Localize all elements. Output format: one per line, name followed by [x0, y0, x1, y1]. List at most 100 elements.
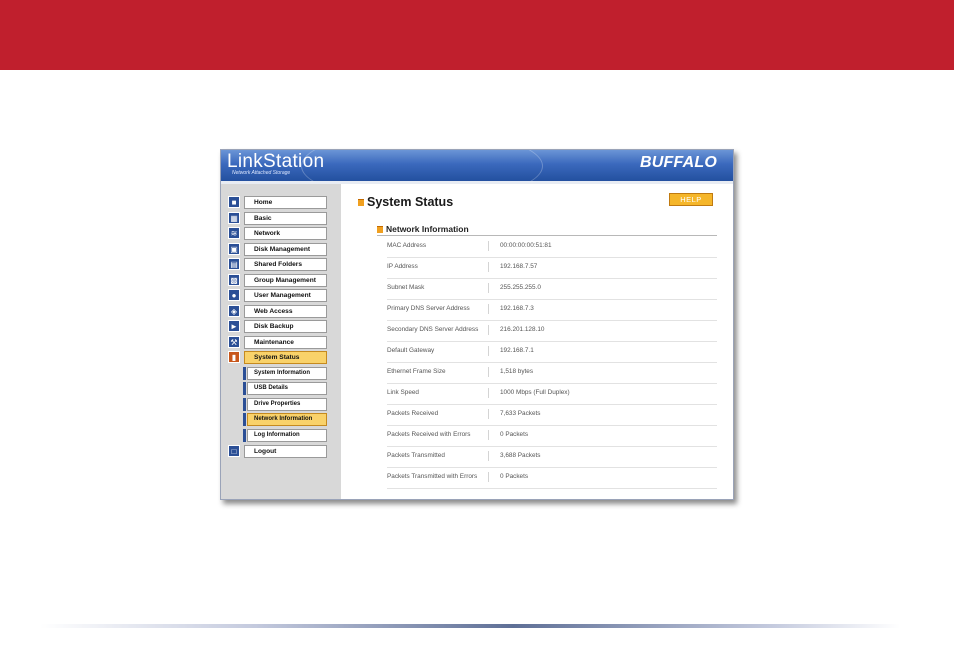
info-row: Packets Transmitted with Errors 0 Packet… — [387, 467, 717, 489]
info-value: 1000 Mbps (Full Duplex) — [500, 389, 570, 396]
info-label: Link Speed — [387, 389, 419, 396]
info-label: Packets Received — [387, 410, 439, 417]
info-row: Ethernet Frame Size 1,518 bytes — [387, 362, 717, 384]
info-value: 1,518 bytes — [500, 368, 534, 375]
subnav-item-label: Network Information — [247, 413, 327, 426]
sidebar-item-disk-backup[interactable]: ► Disk Backup — [228, 320, 327, 333]
info-row: Link Speed 1000 Mbps (Full Duplex) — [387, 383, 717, 405]
info-label: Default Gateway — [387, 347, 435, 354]
status-icon: ▮ — [228, 351, 240, 363]
column-divider — [488, 472, 489, 482]
sidebar-item-label: Shared Folders — [244, 258, 327, 271]
column-divider — [488, 430, 489, 440]
info-row: Packets Transmitted 3,688 Packets — [387, 446, 717, 468]
sidebar-item-label: Disk Management — [244, 242, 327, 256]
disk-icon: ▣ — [228, 242, 240, 255]
info-label: Secondary DNS Server Address — [387, 326, 479, 333]
info-row: Subnet Mask 255.255.255.0 — [387, 278, 717, 300]
info-value: 3,688 Packets — [500, 452, 541, 459]
logo-subtitle: Network Attached Storage — [232, 170, 291, 176]
web-icon: ◈ — [228, 304, 240, 317]
info-value: 7,633 Packets — [500, 410, 541, 417]
info-row: Secondary DNS Server Address 216.201.128… — [387, 320, 717, 342]
info-label: Subnet Mask — [387, 284, 425, 291]
app-header: LinkStation Network Attached Storage BUF… — [221, 150, 733, 202]
sidebar-item-label: User Management — [244, 289, 327, 302]
column-divider — [488, 262, 489, 272]
sidebar-item-maintenance[interactable]: ⚒ Maintenance — [228, 335, 327, 349]
subnav-item-system-information[interactable]: System Information — [243, 366, 327, 380]
info-value: 0 Packets — [500, 431, 529, 438]
sidebar-item-system-status[interactable]: ▮ System Status — [228, 351, 327, 364]
info-row: Primary DNS Server Address 192.168.7.3 — [387, 299, 717, 321]
home-icon: ■ — [228, 196, 240, 208]
info-value: 192.168.7.3 — [500, 305, 534, 312]
main-content: System Status HELP Network Information M… — [341, 184, 733, 499]
sidebar-item-user-management[interactable]: ● User Management — [228, 289, 327, 302]
sidebar-item-label: Home — [244, 196, 327, 209]
info-label: Ethernet Frame Size — [387, 368, 446, 375]
basic-settings-icon: ▦ — [228, 211, 240, 224]
subnav-item-label: USB Details — [247, 382, 327, 395]
sidebar-item-label: Network — [244, 227, 327, 240]
info-row: Packets Received with Errors 0 Packets — [387, 425, 717, 447]
column-divider — [488, 346, 489, 356]
sidebar-item-label: Group Management — [244, 273, 327, 287]
sidebar-item-shared-folders[interactable]: ▤ Shared Folders — [228, 258, 327, 271]
sidebar-item-logout[interactable]: □ Logout — [228, 445, 327, 458]
subnav-item-label: Log Information — [247, 428, 327, 442]
info-row: Default Gateway 192.168.7.1 — [387, 341, 717, 363]
sidebar-item-disk-management[interactable]: ▣ Disk Management — [228, 242, 327, 256]
sidebar-item-label: Disk Backup — [244, 320, 327, 333]
sidebar-item-web-access[interactable]: ◈ Web Access — [228, 304, 327, 318]
column-divider — [488, 325, 489, 335]
sidebar-item-label: Web Access — [244, 304, 327, 318]
subnav-item-usb-details[interactable]: USB Details — [243, 382, 327, 395]
subnav-marker — [243, 428, 246, 442]
sidebar-item-network[interactable]: ≋ Network — [228, 227, 327, 240]
subnav-marker — [243, 366, 246, 380]
column-divider — [488, 388, 489, 398]
subnav-item-network-information[interactable]: Network Information — [243, 413, 327, 426]
section-title: Network Information — [386, 224, 469, 234]
logout-icon: □ — [228, 445, 240, 457]
subnav-item-label: Drive Properties — [247, 397, 327, 411]
subnav-item-log-information[interactable]: Log Information — [243, 428, 327, 442]
sidebar-item-label: System Status — [244, 351, 327, 364]
title-bullet-icon — [358, 199, 364, 206]
info-value: 216.201.128.10 — [500, 326, 545, 333]
bottom-decorative-line — [40, 624, 900, 628]
brand-logo: BUFFALO — [640, 154, 717, 171]
user-icon: ● — [228, 289, 240, 301]
info-row: MAC Address 00:00:00:00:51:81 — [387, 236, 717, 258]
subnav-marker — [243, 413, 246, 426]
subnav-item-drive-properties[interactable]: Drive Properties — [243, 397, 327, 411]
info-value: 255.255.255.0 — [500, 284, 541, 291]
folder-icon: ▤ — [228, 258, 240, 270]
top-banner — [0, 0, 954, 70]
help-button[interactable]: HELP — [669, 193, 713, 206]
subnav-marker — [243, 382, 246, 395]
sidebar-item-label: Logout — [244, 445, 327, 458]
info-value: 192.168.7.57 — [500, 263, 538, 270]
info-value: 192.168.7.1 — [500, 347, 534, 354]
column-divider — [488, 283, 489, 293]
section-bullet-icon — [377, 226, 383, 233]
group-icon: ▩ — [228, 273, 240, 286]
column-divider — [488, 304, 489, 314]
linkstation-window: LinkStation Network Attached Storage BUF… — [220, 149, 734, 500]
info-label: Primary DNS Server Address — [387, 305, 470, 312]
sidebar-item-label: Maintenance — [244, 335, 327, 349]
info-value: 0 Packets — [500, 473, 529, 480]
column-divider — [488, 451, 489, 461]
page-title: System Status — [367, 195, 454, 209]
info-label: Packets Transmitted with Errors — [387, 473, 478, 480]
sidebar-item-basic[interactable]: ▦ Basic — [228, 211, 327, 225]
sidebar: ■ Home ▦ Basic ≋ Network ▣ Disk Manageme… — [221, 184, 341, 499]
info-label: IP Address — [387, 263, 418, 270]
info-row: Packets Received 7,633 Packets — [387, 404, 717, 426]
sidebar-item-home[interactable]: ■ Home — [228, 196, 327, 209]
column-divider — [488, 367, 489, 377]
sidebar-item-group-management[interactable]: ▩ Group Management — [228, 273, 327, 287]
backup-icon: ► — [228, 320, 240, 332]
